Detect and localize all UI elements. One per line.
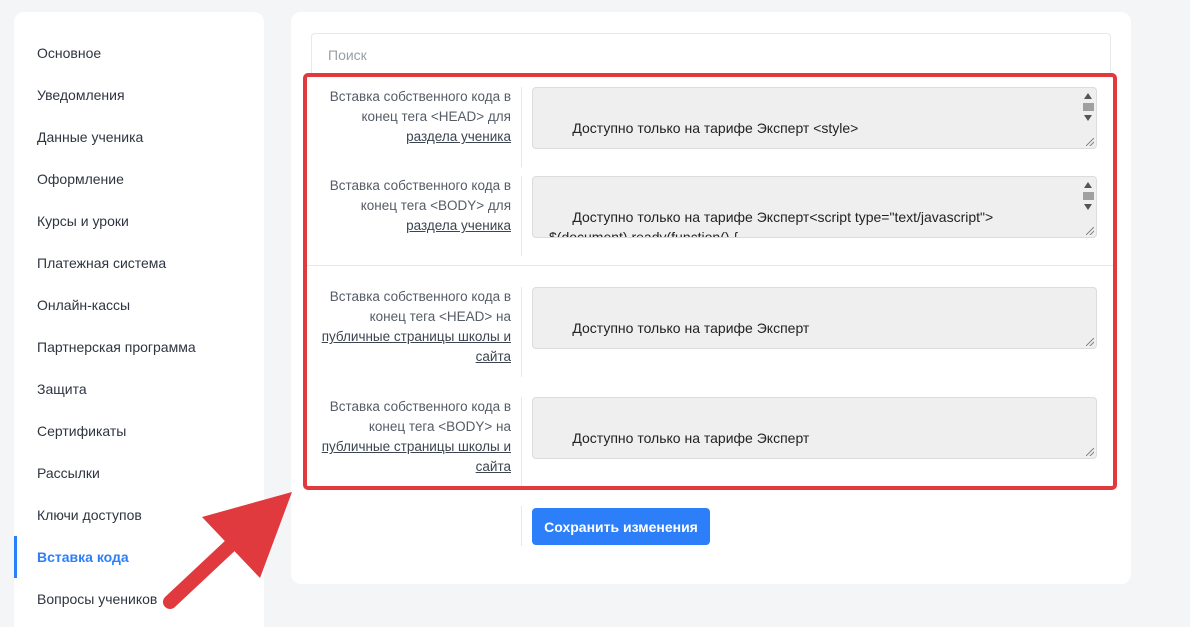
- public-pages-link[interactable]: публичные страницы школы и сайта: [322, 329, 511, 364]
- scroll-thumb[interactable]: [1083, 192, 1094, 200]
- resize-handle-icon[interactable]: [1086, 448, 1094, 456]
- column-divider: [521, 87, 522, 167]
- scroll-up-icon[interactable]: [1084, 182, 1092, 188]
- public-pages-link[interactable]: публичные страницы школы и сайта: [322, 439, 511, 474]
- scroll-down-icon[interactable]: [1084, 204, 1092, 210]
- sidebar-item-notifications[interactable]: Уведомления: [14, 74, 264, 116]
- column-divider: [521, 506, 522, 546]
- field-label: Вставка собственного кода в конец тега <…: [321, 399, 511, 474]
- sidebar-item-student-questions[interactable]: Вопросы учеников: [14, 578, 264, 620]
- field-label: Вставка собственного кода в конец тега <…: [329, 89, 511, 144]
- section-divider: [305, 265, 1117, 266]
- field-label: Вставка собственного кода в конец тега <…: [321, 289, 511, 364]
- head-student-code-textarea[interactable]: Доступно только на тарифе Эксперт <style…: [532, 87, 1097, 149]
- field-row-head-student: Вставка собственного кода в конец тега <…: [305, 87, 1117, 167]
- sidebar-item-partner-program[interactable]: Партнерская программа: [14, 326, 264, 368]
- scroll-down-icon[interactable]: [1084, 115, 1092, 121]
- sidebar-item-student-data[interactable]: Данные ученика: [14, 116, 264, 158]
- field-row-head-public: Вставка собственного кода в конец тега <…: [305, 287, 1117, 377]
- body-public-code-textarea[interactable]: Доступно только на тарифе Эксперт: [532, 397, 1097, 459]
- column-divider: [521, 287, 522, 377]
- column-divider: [521, 397, 522, 487]
- field-label: Вставка собственного кода в конец тега <…: [329, 178, 511, 233]
- sidebar-item-courses[interactable]: Курсы и уроки: [14, 200, 264, 242]
- search-input[interactable]: [311, 33, 1111, 77]
- field-row-body-public: Вставка собственного кода в конец тега <…: [305, 397, 1117, 487]
- student-section-link[interactable]: раздела ученика: [406, 218, 511, 233]
- code-insertion-card: Вставка собственного кода в конец тега <…: [291, 12, 1131, 584]
- resize-handle-icon[interactable]: [1086, 138, 1094, 146]
- resize-handle-icon[interactable]: [1086, 338, 1094, 346]
- student-section-link[interactable]: раздела ученика: [406, 129, 511, 144]
- body-student-code-textarea[interactable]: Доступно только на тарифе Эксперт<script…: [532, 176, 1097, 238]
- field-row-body-student: Вставка собственного кода в конец тега <…: [305, 176, 1117, 256]
- sidebar-item-mailings[interactable]: Рассылки: [14, 452, 264, 494]
- sidebar-item-appearance[interactable]: Оформление: [14, 158, 264, 200]
- scroll-thumb[interactable]: [1083, 103, 1094, 111]
- save-changes-button[interactable]: Сохранить изменения: [532, 508, 710, 545]
- sidebar-item-code-insertion[interactable]: Вставка кода: [14, 536, 264, 578]
- head-public-code-textarea[interactable]: Доступно только на тарифе Эксперт: [532, 287, 1097, 349]
- sidebar-item-access-keys[interactable]: Ключи доступов: [14, 494, 264, 536]
- scroll-up-icon[interactable]: [1084, 93, 1092, 99]
- sidebar-item-main[interactable]: Основное: [14, 32, 264, 74]
- sidebar-item-online-cashboxes[interactable]: Онлайн-кассы: [14, 284, 264, 326]
- settings-sidebar: Основное Уведомления Данные ученика Офор…: [14, 12, 264, 627]
- sidebar-item-certificates[interactable]: Сертификаты: [14, 410, 264, 452]
- column-divider: [521, 176, 522, 256]
- resize-handle-icon[interactable]: [1086, 227, 1094, 235]
- sidebar-item-protection[interactable]: Защита: [14, 368, 264, 410]
- sidebar-item-payment-system[interactable]: Платежная система: [14, 242, 264, 284]
